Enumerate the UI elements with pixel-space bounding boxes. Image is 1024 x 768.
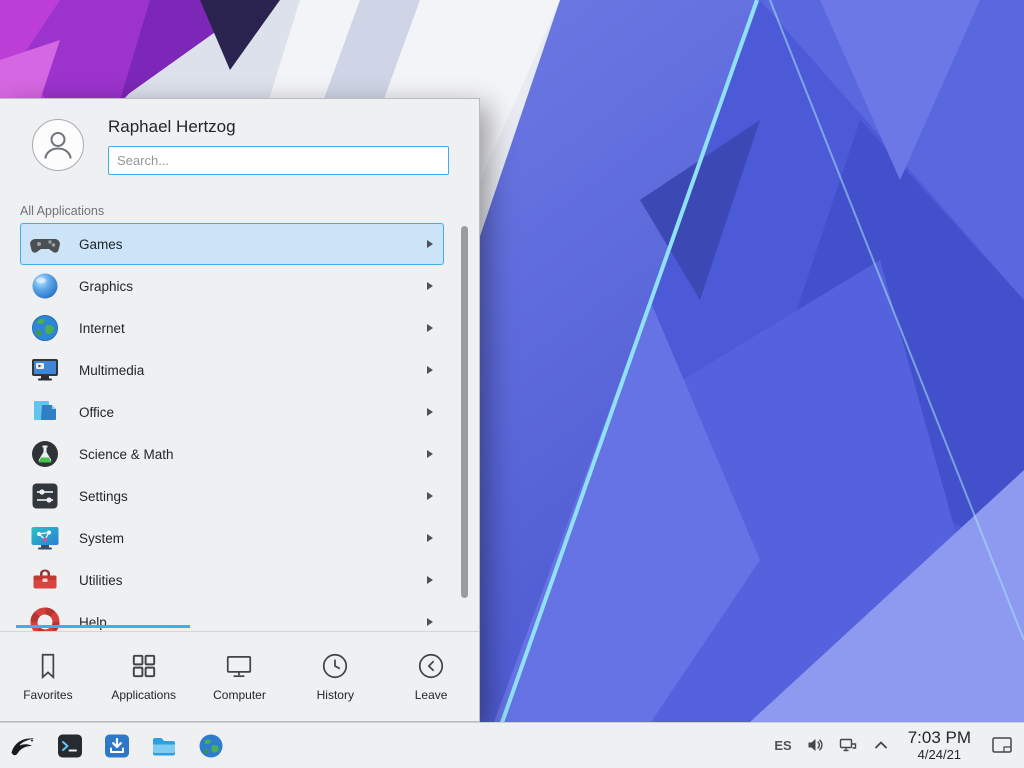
office-icon <box>29 396 61 428</box>
tab-favorites[interactable]: Favorites <box>0 632 96 721</box>
user-icon <box>38 125 78 165</box>
tab-label: History <box>317 688 354 702</box>
category-item-settings[interactable]: Settings <box>20 475 444 517</box>
clock-date: 4/24/21 <box>908 748 971 763</box>
show-desktop-button[interactable] <box>988 729 1016 761</box>
chevron-right-icon <box>425 533 435 543</box>
launcher-header: Raphael Hertzog <box>0 99 479 187</box>
chevron-right-icon <box>425 323 435 333</box>
category-item-graphics[interactable]: Graphics <box>20 265 444 307</box>
apps-grid-icon <box>129 651 159 681</box>
category-label: Multimedia <box>79 363 425 378</box>
network-icon[interactable] <box>838 735 858 755</box>
user-name: Raphael Hertzog <box>108 117 449 137</box>
chevron-right-icon <box>425 239 435 249</box>
category-list: Games Graphics Internet Multimedia Office Sci… <box>0 221 479 631</box>
bookmark-icon <box>33 651 63 681</box>
category-label: Utilities <box>79 573 425 588</box>
chevron-right-icon <box>425 617 435 627</box>
chevron-right-icon <box>425 365 435 375</box>
tab-applications[interactable]: Applications <box>96 632 192 721</box>
category-item-science-math[interactable]: Science & Math <box>20 433 444 475</box>
search-input[interactable] <box>108 146 449 175</box>
leave-icon <box>416 651 446 681</box>
globe-icon <box>29 312 61 344</box>
category-label: System <box>79 531 425 546</box>
tab-label: Applications <box>111 688 176 702</box>
chevron-right-icon <box>425 575 435 585</box>
scrollbar-thumb[interactable] <box>461 226 468 598</box>
category-label: Science & Math <box>79 447 425 462</box>
tab-computer[interactable]: Computer <box>192 632 288 721</box>
launcher-tab-bar: Favorites Applications Computer History Leav… <box>0 631 479 721</box>
utilities-icon <box>29 564 61 596</box>
taskbar-app-terminal[interactable] <box>55 731 85 761</box>
desktop: Raphael Hertzog All Applications Games Gr… <box>0 0 1024 768</box>
category-label: Graphics <box>79 279 425 294</box>
chevron-right-icon <box>425 281 435 291</box>
chevron-right-icon <box>425 407 435 417</box>
category-label: Office <box>79 405 425 420</box>
history-clock-icon <box>320 651 350 681</box>
chevron-right-icon <box>425 491 435 501</box>
category-item-system[interactable]: System <box>20 517 444 559</box>
user-avatar[interactable] <box>32 119 84 171</box>
clock-time: 7:03 PM <box>908 728 971 748</box>
application-launcher: Raphael Hertzog All Applications Games Gr… <box>0 98 480 722</box>
science-icon <box>29 438 61 470</box>
active-tab-indicator <box>16 625 190 628</box>
taskbar-app-file-manager[interactable] <box>149 731 179 761</box>
category-item-games[interactable]: Games <box>20 223 444 265</box>
tray-expand-icon[interactable] <box>871 735 891 755</box>
system-icon <box>29 522 61 554</box>
chevron-right-icon <box>425 449 435 459</box>
tab-leave[interactable]: Leave <box>383 632 479 721</box>
graphics-icon <box>29 270 61 302</box>
category-item-office[interactable]: Office <box>20 391 444 433</box>
tab-label: Computer <box>213 688 266 702</box>
category-item-utilities[interactable]: Utilities <box>20 559 444 601</box>
section-label: All Applications <box>20 204 104 218</box>
volume-icon[interactable] <box>805 735 825 755</box>
tab-history[interactable]: History <box>287 632 383 721</box>
keyboard-layout-indicator[interactable]: ES <box>774 738 791 753</box>
settings-icon <box>29 480 61 512</box>
category-label: Internet <box>79 321 425 336</box>
system-tray: ES 7:03 PM 4/24/21 <box>774 728 1016 762</box>
category-label: Settings <box>79 489 425 504</box>
digital-clock[interactable]: 7:03 PM 4/24/21 <box>908 728 971 762</box>
taskbar-app-software-installer[interactable] <box>102 731 132 761</box>
computer-icon <box>224 651 254 681</box>
tab-label: Favorites <box>23 688 72 702</box>
taskbar-app-web-browser[interactable] <box>196 731 226 761</box>
taskbar: ES 7:03 PM 4/24/21 <box>0 722 1024 768</box>
tab-label: Leave <box>415 688 448 702</box>
category-item-internet[interactable]: Internet <box>20 307 444 349</box>
category-label: Games <box>79 237 425 252</box>
category-item-multimedia[interactable]: Multimedia <box>20 349 444 391</box>
multimedia-icon <box>29 354 61 386</box>
taskbar-apps <box>8 731 226 761</box>
gamepad-icon <box>29 228 61 260</box>
application-launcher-button[interactable] <box>8 731 38 761</box>
